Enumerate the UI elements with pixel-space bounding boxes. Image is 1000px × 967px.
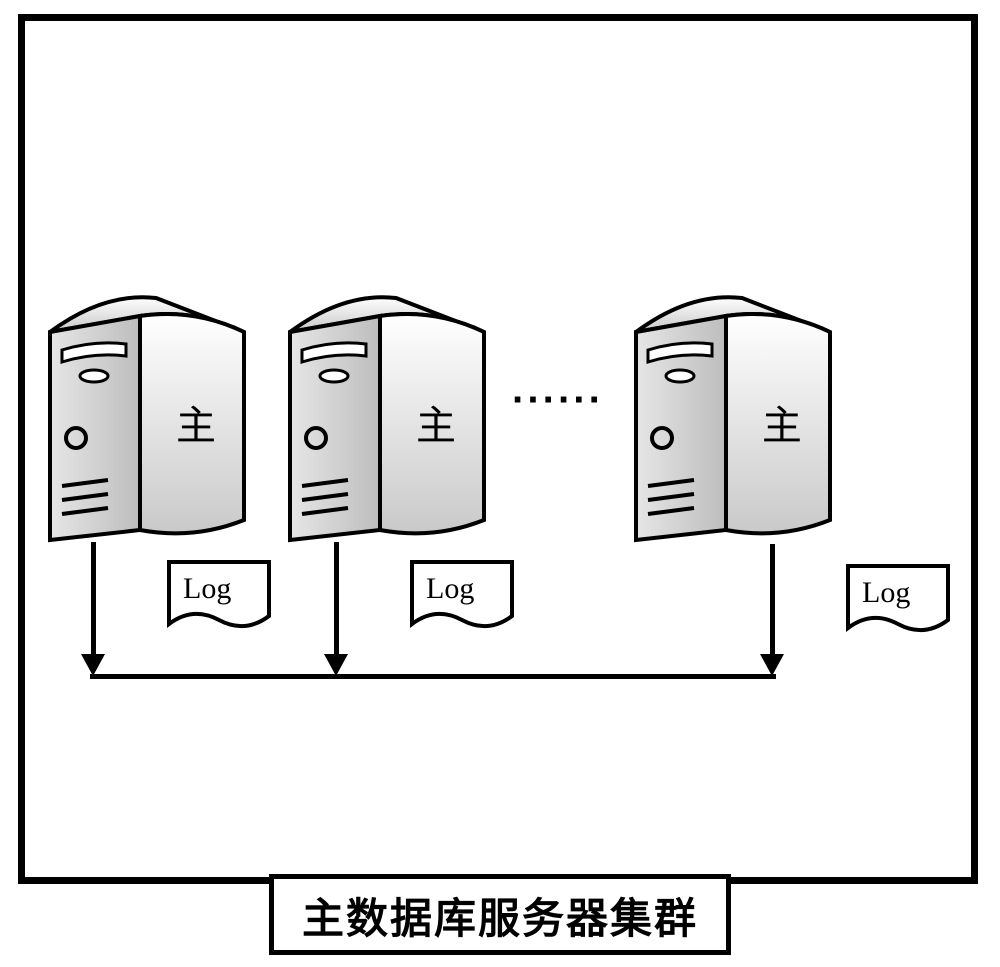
log-label: Log (426, 572, 474, 606)
caption: 主数据库服务器集群 (269, 874, 731, 955)
server-label: 主 (762, 393, 802, 451)
log-doc-2: Log (408, 558, 518, 636)
server-icon (284, 288, 494, 548)
server-icon (630, 288, 840, 548)
server-3: 主 (630, 288, 840, 548)
arrowhead-icon (81, 654, 105, 676)
log-doc-1: Log (165, 558, 275, 636)
log-label: Log (862, 576, 910, 610)
server-label: 主 (416, 393, 456, 451)
ellipsis: ······ (512, 378, 604, 423)
log-label: Log (183, 572, 231, 606)
server-label: 主 (176, 393, 216, 451)
arrow-line (91, 542, 96, 660)
server-1: 主 (44, 288, 254, 548)
arrowhead-icon (324, 654, 348, 676)
server-2: 主 (284, 288, 494, 548)
server-icon (44, 288, 254, 548)
log-doc-3: Log (844, 562, 954, 640)
arrowhead-icon (760, 654, 784, 676)
servers-row: 主 主 ······ (40, 288, 950, 548)
arrow-line (770, 544, 775, 660)
bus-line (90, 674, 776, 679)
arrow-line (334, 542, 339, 660)
